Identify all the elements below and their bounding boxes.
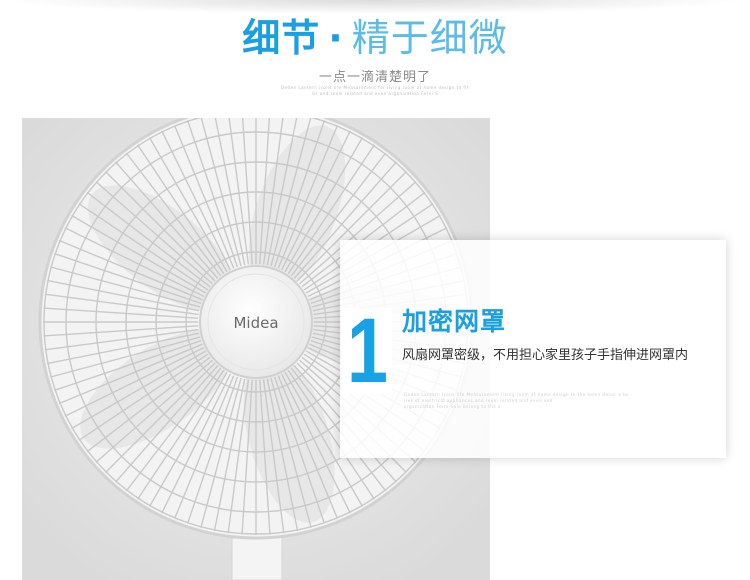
brand-logo: Midea	[233, 314, 278, 332]
section-header: 细节 · 精于细微 一点一滴清楚明了 Deden Lantern icons lif…	[0, 14, 750, 97]
title-light: 精于细微	[351, 16, 508, 60]
feature-card: 1 加密网罩 风扇网罩密级，不用担心家里孩子手指伸进网罩内 Deden Lant…	[340, 240, 726, 458]
header-fine-line-2: its and room related and even organizati…	[311, 91, 439, 96]
title-bold: 细节	[242, 16, 321, 60]
feature-number: 1	[347, 300, 388, 402]
feature-fine-line-3: organization Ferni Sale belong to the c	[404, 404, 501, 409]
section-subtitle: 一点一滴清楚明了	[318, 70, 431, 85]
feature-fine-text: Deden Lantern icons life Measurement liv…	[404, 392, 704, 410]
top-shadow	[0, 0, 750, 14]
title-dot: ·	[328, 16, 344, 60]
feature-number-box: 1	[342, 300, 392, 402]
section-title: 细节 · 精于细微	[0, 14, 750, 62]
feature-title: 加密网罩	[402, 307, 507, 336]
feature-description: 风扇网罩密级，不用担心家里孩子手指伸进网罩内	[402, 348, 689, 363]
